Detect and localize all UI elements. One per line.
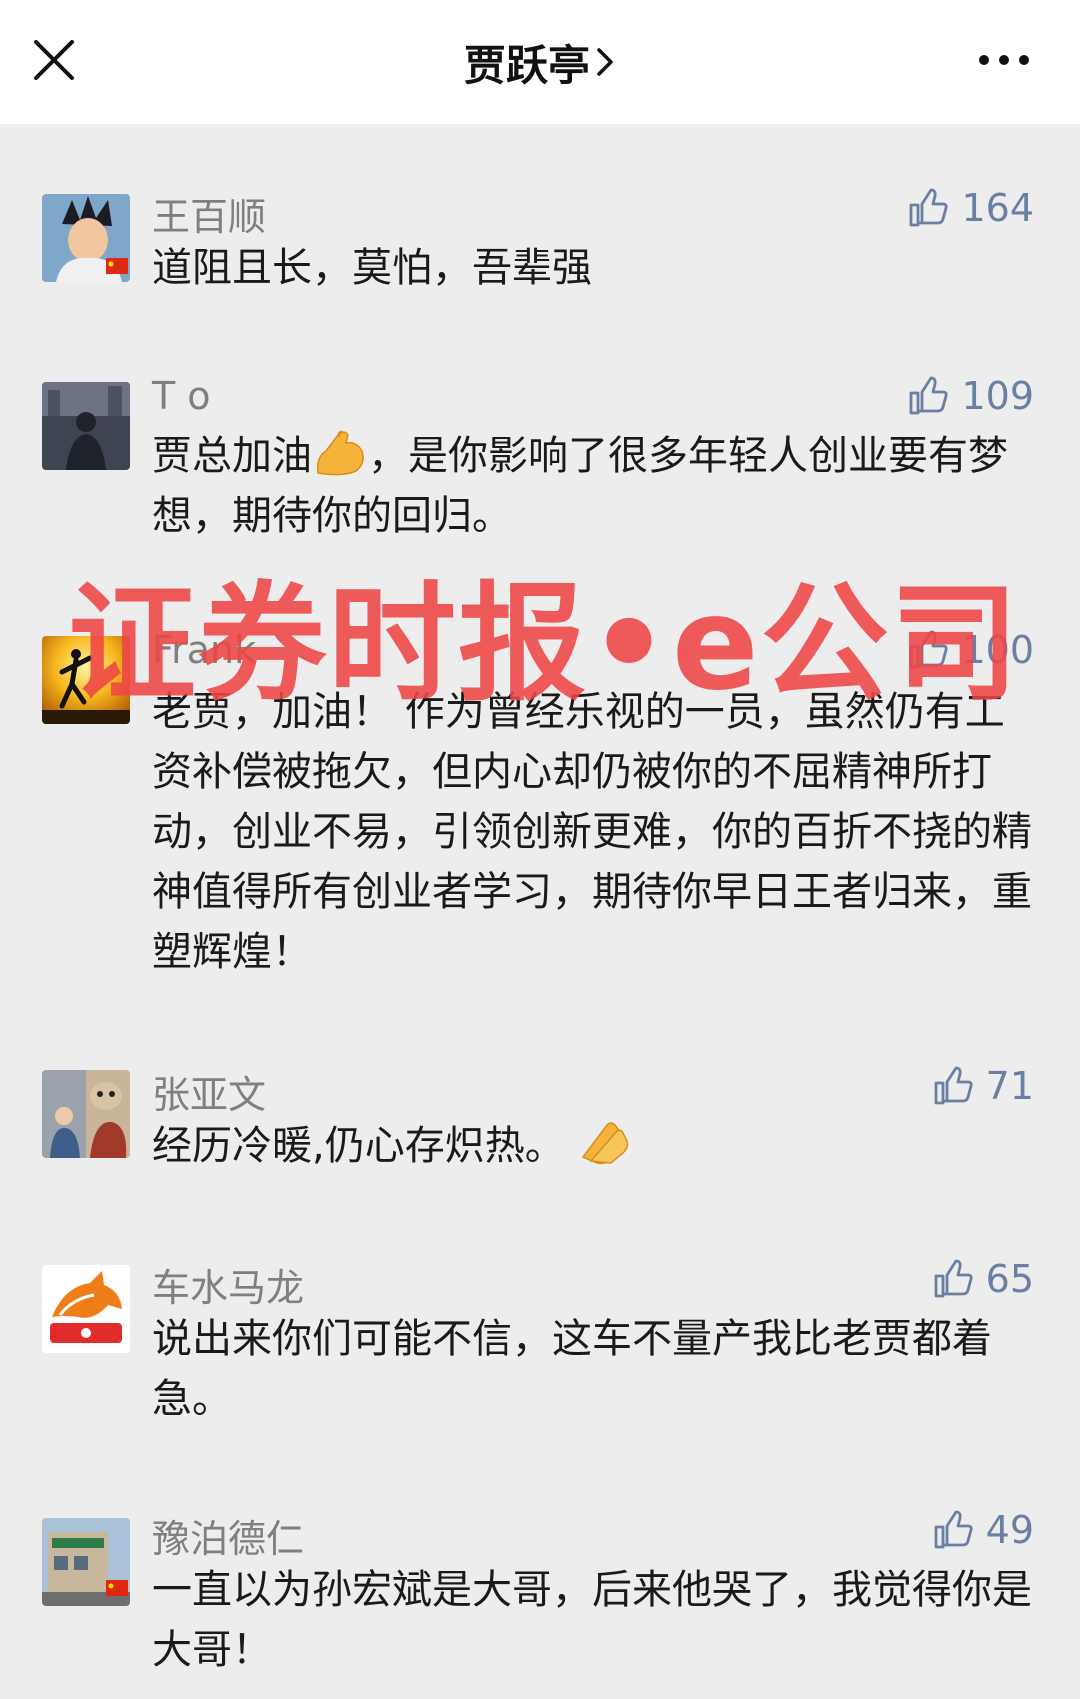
comment-text: 老贾，加油！ 作为曾经乐视的一员，虽然仍有工资补偿被拖欠，但内心却仍被你的不屈精…: [152, 689, 1032, 975]
more-dots-icon: [979, 55, 1029, 65]
like-count: 49: [985, 1508, 1034, 1552]
comment-text: 一直以为孙宏斌是大哥，后来他哭了，我觉得你是大哥！: [152, 1567, 1032, 1673]
avatar[interactable]: [42, 636, 130, 724]
like-button[interactable]: 164: [907, 186, 1034, 230]
comment-author[interactable]: Frank: [152, 628, 256, 672]
comment-text: 说出来你们可能不信，这车不量产我比老贾都着急。: [152, 1316, 992, 1422]
like-button[interactable]: 71: [932, 1064, 1034, 1108]
avatar-image: [42, 636, 130, 724]
avatar-image: [42, 1070, 130, 1158]
thumbs-up-icon: [934, 1510, 973, 1549]
avatar-image: [42, 1518, 130, 1606]
more-button[interactable]: [976, 46, 1032, 74]
comment-author[interactable]: 王百顺: [152, 186, 266, 241]
avatar[interactable]: [42, 194, 130, 282]
flexed-biceps-icon: [312, 427, 368, 477]
comment-text-part: 贾总加油: [152, 433, 312, 479]
avatar[interactable]: [42, 1070, 130, 1158]
avatar[interactable]: [42, 382, 130, 470]
page-title: 贾跃亭: [463, 40, 590, 90]
like-count: 65: [985, 1257, 1034, 1301]
comment-author[interactable]: T o: [152, 374, 211, 418]
top-bar: 贾跃亭: [0, 0, 1080, 124]
comment-author[interactable]: 豫泊德仁: [152, 1508, 304, 1563]
comment-list: 王百顺 164 道阻且长，莫怕，吾辈强 T o 109 贾总加油 ，是你影响了很…: [0, 124, 1080, 1699]
like-count: 164: [961, 186, 1034, 230]
clapping-hands-icon: [577, 1117, 633, 1167]
comment-text: 经历冷暖,仍心存炽热。: [152, 1116, 1032, 1176]
avatar[interactable]: [42, 1518, 130, 1606]
like-count: 71: [985, 1064, 1034, 1108]
avatar-image: [42, 1265, 130, 1353]
avatar-image: [42, 382, 130, 470]
comment-author[interactable]: 车水马龙: [152, 1257, 304, 1312]
thumbs-up-icon: [910, 188, 949, 227]
thumbs-up-icon: [934, 1259, 973, 1298]
like-count: 109: [961, 374, 1034, 418]
comment-author[interactable]: 张亚文: [152, 1064, 266, 1119]
thumbs-up-icon: [934, 1066, 973, 1105]
comment-text: 贾总加油 ，是你影响了很多年轻人创业要有梦想，期待你的回归。: [152, 426, 1032, 546]
like-button[interactable]: 65: [932, 1257, 1034, 1301]
avatar-image: [42, 194, 130, 282]
like-button[interactable]: 100: [907, 628, 1034, 672]
avatar[interactable]: [42, 1265, 130, 1353]
thumbs-up-icon: [910, 630, 949, 669]
thumbs-up-icon: [910, 376, 949, 415]
like-button[interactable]: 49: [932, 1508, 1034, 1552]
like-count: 100: [961, 628, 1034, 672]
like-button[interactable]: 109: [907, 374, 1034, 418]
page-title-link[interactable]: 贾跃亭: [0, 30, 1080, 94]
chevron-right-icon: [597, 48, 613, 76]
comment-text-part: 经历冷暖,仍心存炽热。: [152, 1123, 565, 1169]
comment-text: 道阻且长，莫怕，吾辈强: [152, 245, 592, 291]
